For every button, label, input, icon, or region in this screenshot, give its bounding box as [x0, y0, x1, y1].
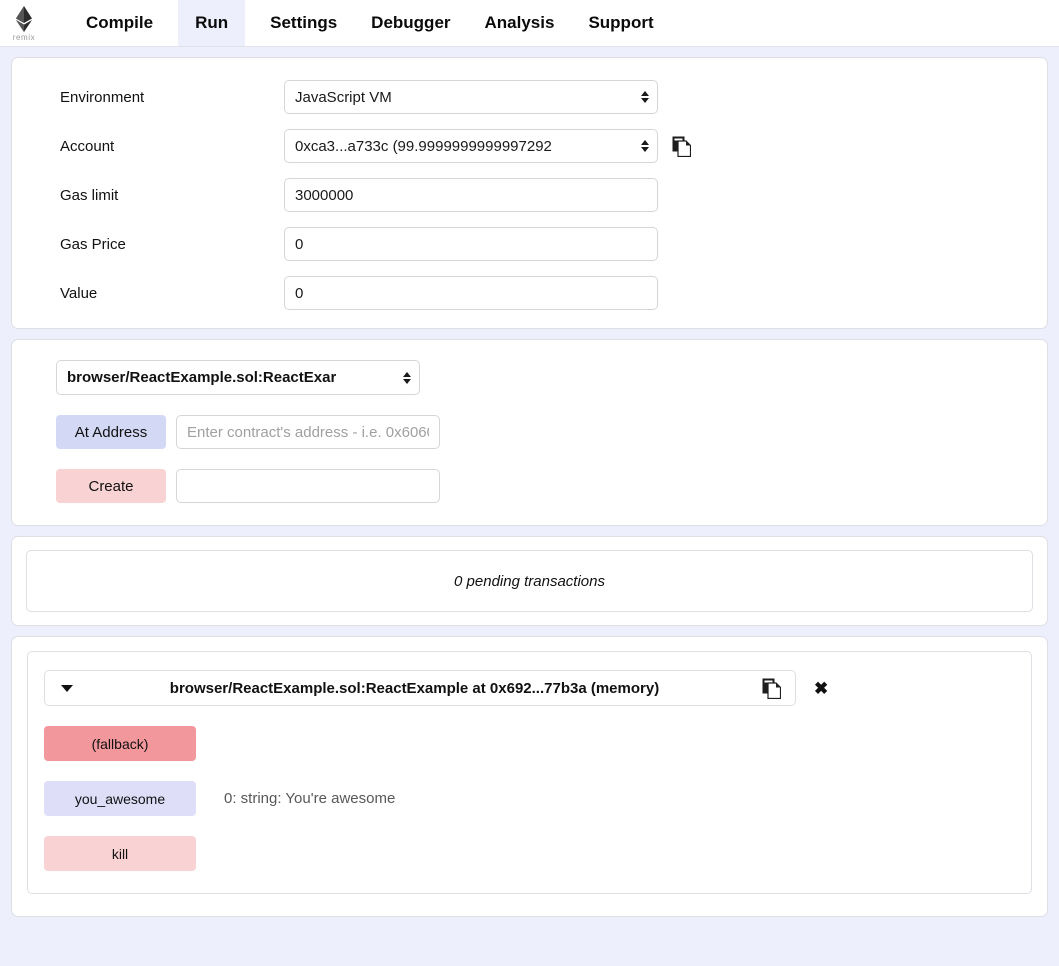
run-settings-panel: Environment JavaScript VM Account 0xca3.…	[11, 57, 1048, 329]
tab-analysis-label: Analysis	[484, 13, 555, 32]
environment-value: JavaScript VM	[295, 88, 392, 106]
at-address-button[interactable]: At Address	[56, 415, 166, 449]
caret-down-icon[interactable]	[61, 684, 73, 692]
tab-compile-label: Compile	[86, 13, 154, 32]
gas-price-value: 0	[295, 235, 304, 253]
tab-debugger-label: Debugger	[371, 13, 451, 32]
create-button[interactable]: Create	[56, 469, 166, 503]
contract-panel: browser/ReactExample.sol:ReactExar At Ad…	[11, 339, 1048, 526]
copy-address-icon[interactable]	[762, 678, 781, 699]
function-button-kill[interactable]: kill	[44, 836, 196, 871]
chevron-updown-icon	[641, 91, 649, 103]
pending-transactions-box: 0 pending transactions	[26, 550, 1033, 612]
create-row: Create	[56, 469, 1025, 503]
pending-transactions-text: 0 pending transactions	[454, 572, 605, 590]
remix-logo: remix	[0, 0, 48, 46]
account-value: 0xca3...a733c (99.9999999999997292	[295, 137, 552, 155]
logo-wordmark: remix	[12, 33, 36, 42]
tab-gap	[170, 0, 179, 46]
create-params-input[interactable]	[176, 469, 440, 503]
pending-transactions-panel: 0 pending transactions	[11, 536, 1048, 626]
gas-price-input[interactable]: 0	[284, 227, 658, 261]
contract-select-value: browser/ReactExample.sol:ReactExar	[67, 369, 337, 386]
tab-run-label: Run	[195, 13, 229, 32]
function-button-fallback[interactable]: (fallback)	[44, 726, 196, 761]
at-address-input[interactable]	[176, 415, 440, 449]
tab-bar-filler	[670, 0, 1059, 46]
tab-gap	[245, 0, 254, 46]
gas-limit-input[interactable]: 3000000	[284, 178, 658, 212]
environment-row: Environment JavaScript VM	[36, 80, 1023, 114]
gas-price-label: Gas Price	[60, 235, 126, 253]
ethereum-diamond-icon	[16, 6, 32, 32]
gas-limit-row: Gas limit 3000000	[36, 178, 1023, 212]
function-row-kill: kill	[44, 836, 1015, 871]
value-value: 0	[295, 284, 304, 302]
gas-limit-label: Gas limit	[60, 186, 119, 204]
tab-support[interactable]: Support	[571, 0, 671, 46]
chevron-updown-icon	[641, 140, 649, 152]
tab-settings-label: Settings	[270, 13, 338, 32]
value-row: Value 0	[36, 276, 1023, 310]
close-instance-icon[interactable]: ✖	[814, 680, 828, 697]
tab-analysis[interactable]: Analysis	[467, 0, 572, 46]
tab-debugger[interactable]: Debugger	[354, 0, 468, 46]
copy-account-icon[interactable]	[672, 136, 691, 157]
instance-title: browser/ReactExample.sol:ReactExample at…	[169, 679, 660, 697]
gas-price-row: Gas Price 0	[36, 227, 1023, 261]
value-input[interactable]: 0	[284, 276, 658, 310]
contract-instance: browser/ReactExample.sol:ReactExample at…	[27, 651, 1032, 894]
value-label: Value	[60, 284, 98, 302]
tab-settings[interactable]: Settings	[253, 0, 355, 46]
account-label: Account	[60, 137, 115, 155]
function-row-fallback: (fallback)	[44, 726, 1015, 761]
instance-header-row: browser/ReactExample.sol:ReactExample at…	[44, 670, 1015, 706]
instance-header[interactable]: browser/ReactExample.sol:ReactExample at…	[44, 670, 796, 706]
deployed-instances-panel: browser/ReactExample.sol:ReactExample at…	[11, 636, 1048, 917]
contract-select[interactable]: browser/ReactExample.sol:ReactExar	[56, 360, 420, 395]
environment-select[interactable]: JavaScript VM	[284, 80, 658, 114]
account-select[interactable]: 0xca3...a733c (99.9999999999997292	[284, 129, 658, 163]
tab-compile[interactable]: Compile	[48, 0, 171, 46]
function-result-you-awesome: 0: string: You're awesome	[224, 790, 396, 807]
environment-label: Environment	[60, 88, 145, 106]
chevron-updown-icon	[403, 371, 411, 384]
top-tab-bar: remix Compile Run Settings Debugger Anal…	[0, 0, 1059, 47]
tab-run[interactable]: Run	[178, 0, 246, 46]
function-row-you-awesome: you_awesome 0: string: You're awesome	[44, 781, 1015, 816]
tab-support-label: Support	[588, 13, 654, 32]
gas-limit-value: 3000000	[295, 186, 354, 204]
function-button-you-awesome[interactable]: you_awesome	[44, 781, 196, 816]
account-row: Account 0xca3...a733c (99.99999999999972…	[36, 129, 1023, 163]
at-address-row: At Address	[56, 415, 1025, 449]
